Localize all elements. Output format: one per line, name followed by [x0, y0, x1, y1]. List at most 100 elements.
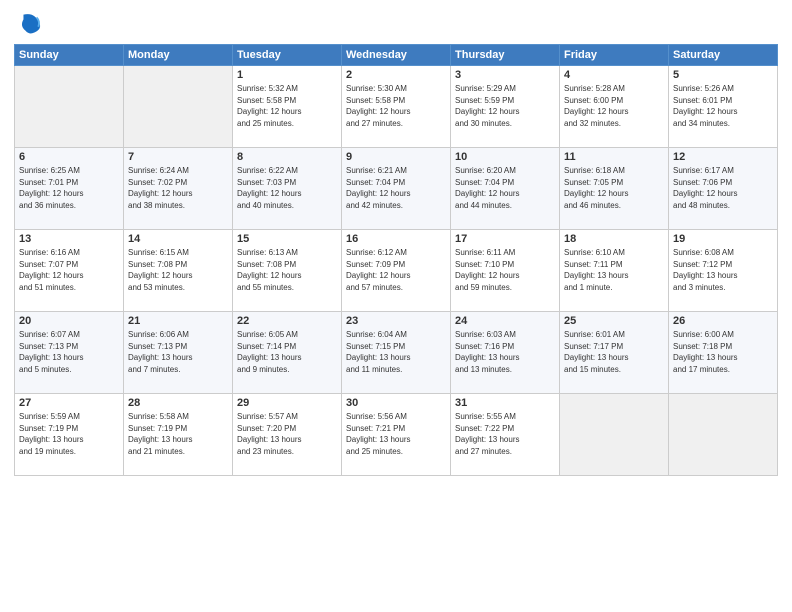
calendar-week-row: 1 Sunrise: 5:32 AM Sunset: 5:58 PM Daylig… — [15, 66, 778, 148]
calendar-cell: 18 Sunrise: 6:10 AM Sunset: 7:11 PM Dayli… — [560, 230, 669, 312]
calendar-week-row: 27 Sunrise: 5:59 AM Sunset: 7:19 PM Dayli… — [15, 394, 778, 476]
day-number: 22 — [237, 315, 337, 327]
day-info: Sunrise: 6:06 AM Sunset: 7:13 PM Dayligh… — [128, 329, 228, 375]
day-info: Sunrise: 5:26 AM Sunset: 6:01 PM Dayligh… — [673, 83, 773, 129]
day-number: 10 — [455, 151, 555, 163]
calendar-cell: 8 Sunrise: 6:22 AM Sunset: 7:03 PM Daylig… — [233, 148, 342, 230]
calendar-cell: 19Sunrise: 6:08 AM Sunset: 7:12 PM Dayli… — [669, 230, 778, 312]
calendar-cell: 16Sunrise: 6:12 AM Sunset: 7:09 PM Dayli… — [342, 230, 451, 312]
calendar-cell: 9 Sunrise: 6:21 AM Sunset: 7:04 PM Daylig… — [342, 148, 451, 230]
day-number: 17 — [455, 233, 555, 245]
calendar-cell: 27 Sunrise: 5:59 AM Sunset: 7:19 PM Dayli… — [15, 394, 124, 476]
day-info: Sunrise: 5:55 AM Sunset: 7:22 PM Dayligh… — [455, 411, 555, 457]
day-number: 21 — [128, 315, 228, 327]
day-number: 2 — [346, 69, 446, 81]
calendar-day-header: Tuesday — [233, 45, 342, 66]
day-info: Sunrise: 5:29 AM Sunset: 5:59 PM Dayligh… — [455, 83, 555, 129]
calendar-cell: 3 Sunrise: 5:29 AM Sunset: 5:59 PM Daylig… — [451, 66, 560, 148]
day-number: 5 — [673, 69, 773, 81]
calendar-cell: 2Sunrise: 5:30 AM Sunset: 5:58 PM Daylig… — [342, 66, 451, 148]
day-number: 6 — [19, 151, 119, 163]
calendar-week-row: 6 Sunrise: 6:25 AM Sunset: 7:01 PM Daylig… — [15, 148, 778, 230]
header — [14, 10, 778, 38]
day-info: Sunrise: 6:07 AM Sunset: 7:13 PM Dayligh… — [19, 329, 119, 375]
calendar-cell: 17 Sunrise: 6:11 AM Sunset: 7:10 PM Dayli… — [451, 230, 560, 312]
day-number: 9 — [346, 151, 446, 163]
calendar-day-header: Monday — [124, 45, 233, 66]
day-info: Sunrise: 6:20 AM Sunset: 7:04 PM Dayligh… — [455, 165, 555, 211]
day-info: Sunrise: 5:28 AM Sunset: 6:00 PM Dayligh… — [564, 83, 664, 129]
calendar-day-header: Wednesday — [342, 45, 451, 66]
day-number: 29 — [237, 397, 337, 409]
calendar-cell: 29 Sunrise: 5:57 AM Sunset: 7:20 PM Dayli… — [233, 394, 342, 476]
calendar-cell: 31 Sunrise: 5:55 AM Sunset: 7:22 PM Dayli… — [451, 394, 560, 476]
day-number: 30 — [346, 397, 446, 409]
calendar-day-header: Sunday — [15, 45, 124, 66]
calendar-cell: 14 Sunrise: 6:15 AM Sunset: 7:08 PM Dayli… — [124, 230, 233, 312]
day-number: 15 — [237, 233, 337, 245]
day-number: 3 — [455, 69, 555, 81]
day-number: 8 — [237, 151, 337, 163]
calendar-cell: 28 Sunrise: 5:58 AM Sunset: 7:19 PM Dayli… — [124, 394, 233, 476]
day-info: Sunrise: 5:56 AM Sunset: 7:21 PM Dayligh… — [346, 411, 446, 457]
calendar-cell: 11 Sunrise: 6:18 AM Sunset: 7:05 PM Dayli… — [560, 148, 669, 230]
day-info: Sunrise: 6:08 AM Sunset: 7:12 PM Dayligh… — [673, 247, 773, 293]
day-info: Sunrise: 6:17 AM Sunset: 7:06 PM Dayligh… — [673, 165, 773, 211]
logo-area — [14, 10, 44, 38]
day-number: 23 — [346, 315, 446, 327]
day-info: Sunrise: 6:25 AM Sunset: 7:01 PM Dayligh… — [19, 165, 119, 211]
calendar-cell: 15 Sunrise: 6:13 AM Sunset: 7:08 PM Dayli… — [233, 230, 342, 312]
calendar-cell — [560, 394, 669, 476]
day-info: Sunrise: 6:01 AM Sunset: 7:17 PM Dayligh… — [564, 329, 664, 375]
day-info: Sunrise: 6:21 AM Sunset: 7:04 PM Dayligh… — [346, 165, 446, 211]
logo-icon — [16, 10, 44, 38]
calendar-cell: 7 Sunrise: 6:24 AM Sunset: 7:02 PM Daylig… — [124, 148, 233, 230]
day-number: 18 — [564, 233, 664, 245]
day-number: 14 — [128, 233, 228, 245]
day-info: Sunrise: 6:18 AM Sunset: 7:05 PM Dayligh… — [564, 165, 664, 211]
day-info: Sunrise: 6:24 AM Sunset: 7:02 PM Dayligh… — [128, 165, 228, 211]
day-info: Sunrise: 5:59 AM Sunset: 7:19 PM Dayligh… — [19, 411, 119, 457]
calendar-header-row: SundayMondayTuesdayWednesdayThursdayFrid… — [15, 45, 778, 66]
calendar-day-header: Thursday — [451, 45, 560, 66]
day-number: 7 — [128, 151, 228, 163]
day-number: 11 — [564, 151, 664, 163]
day-number: 27 — [19, 397, 119, 409]
day-number: 24 — [455, 315, 555, 327]
day-number: 13 — [19, 233, 119, 245]
day-number: 28 — [128, 397, 228, 409]
day-info: Sunrise: 6:15 AM Sunset: 7:08 PM Dayligh… — [128, 247, 228, 293]
calendar-cell: 5 Sunrise: 5:26 AM Sunset: 6:01 PM Daylig… — [669, 66, 778, 148]
day-number: 4 — [564, 69, 664, 81]
page: SundayMondayTuesdayWednesdayThursdayFrid… — [0, 0, 792, 612]
day-info: Sunrise: 6:04 AM Sunset: 7:15 PM Dayligh… — [346, 329, 446, 375]
calendar-week-row: 13Sunrise: 6:16 AM Sunset: 7:07 PM Dayli… — [15, 230, 778, 312]
calendar-week-row: 20Sunrise: 6:07 AM Sunset: 7:13 PM Dayli… — [15, 312, 778, 394]
day-info: Sunrise: 5:57 AM Sunset: 7:20 PM Dayligh… — [237, 411, 337, 457]
calendar-cell — [669, 394, 778, 476]
day-info: Sunrise: 6:00 AM Sunset: 7:18 PM Dayligh… — [673, 329, 773, 375]
calendar-cell: 20Sunrise: 6:07 AM Sunset: 7:13 PM Dayli… — [15, 312, 124, 394]
day-info: Sunrise: 6:10 AM Sunset: 7:11 PM Dayligh… — [564, 247, 664, 293]
calendar-cell: 24Sunrise: 6:03 AM Sunset: 7:16 PM Dayli… — [451, 312, 560, 394]
day-number: 16 — [346, 233, 446, 245]
day-number: 12 — [673, 151, 773, 163]
day-number: 25 — [564, 315, 664, 327]
day-info: Sunrise: 6:22 AM Sunset: 7:03 PM Dayligh… — [237, 165, 337, 211]
calendar-cell — [124, 66, 233, 148]
calendar-cell: 26 Sunrise: 6:00 AM Sunset: 7:18 PM Dayli… — [669, 312, 778, 394]
calendar-cell: 13Sunrise: 6:16 AM Sunset: 7:07 PM Dayli… — [15, 230, 124, 312]
calendar-table: SundayMondayTuesdayWednesdayThursdayFrid… — [14, 44, 778, 476]
calendar-cell: 21 Sunrise: 6:06 AM Sunset: 7:13 PM Dayli… — [124, 312, 233, 394]
day-info: Sunrise: 6:11 AM Sunset: 7:10 PM Dayligh… — [455, 247, 555, 293]
day-number: 26 — [673, 315, 773, 327]
calendar-day-header: Saturday — [669, 45, 778, 66]
day-info: Sunrise: 6:13 AM Sunset: 7:08 PM Dayligh… — [237, 247, 337, 293]
calendar-cell — [15, 66, 124, 148]
day-number: 31 — [455, 397, 555, 409]
day-info: Sunrise: 5:32 AM Sunset: 5:58 PM Dayligh… — [237, 83, 337, 129]
day-number: 1 — [237, 69, 337, 81]
calendar-day-header: Friday — [560, 45, 669, 66]
day-info: Sunrise: 5:58 AM Sunset: 7:19 PM Dayligh… — [128, 411, 228, 457]
calendar-cell: 25 Sunrise: 6:01 AM Sunset: 7:17 PM Dayli… — [560, 312, 669, 394]
